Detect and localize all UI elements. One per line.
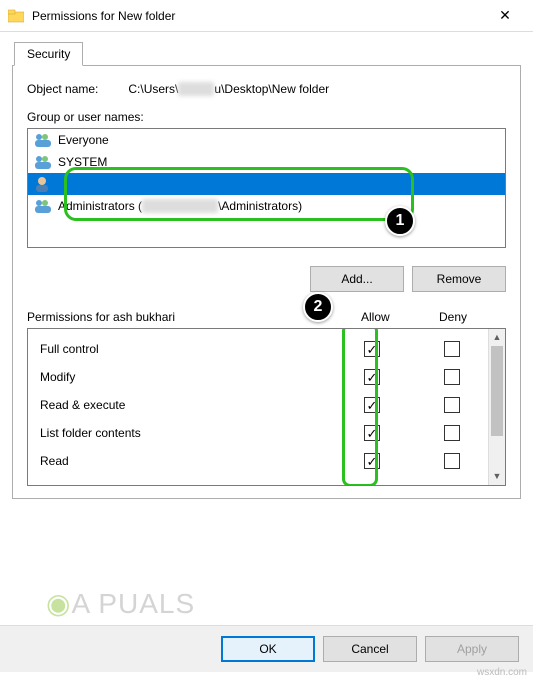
allow-checkbox[interactable]: [364, 453, 380, 469]
deny-checkbox[interactable]: [444, 397, 460, 413]
permissions-label: Permissions for ash bukhari: [27, 310, 175, 324]
allow-checkbox[interactable]: [364, 369, 380, 385]
permissions-rows: Full control Modify Read & execute List …: [28, 329, 505, 479]
permissions-box: Full control Modify Read & execute List …: [27, 328, 506, 486]
table-row: Modify: [40, 363, 485, 391]
add-button[interactable]: Add...: [310, 266, 404, 292]
list-item-selected[interactable]: [28, 173, 505, 195]
scroll-down-arrow[interactable]: ▼: [489, 468, 505, 485]
tab-strip: Security: [12, 40, 521, 66]
tab-panel: Object name: C:\Users\xxxxu\Desktop\New …: [12, 65, 521, 499]
deny-checkbox[interactable]: [444, 369, 460, 385]
tab-security[interactable]: Security: [14, 42, 83, 66]
remove-button[interactable]: Remove: [412, 266, 506, 292]
watermark: ◉A PUALS: [46, 587, 195, 620]
obscured-segment: XXXXXXXX: [142, 199, 218, 213]
apply-button[interactable]: Apply: [425, 636, 519, 662]
permissions-header: Permissions for ash bukhari Allow Deny 2: [27, 310, 506, 324]
list-item[interactable]: Administrators (XXXXXXXX\Administrators): [28, 195, 505, 217]
table-row: Read: [40, 447, 485, 475]
scrollbar[interactable]: ▲ ▼: [488, 329, 505, 485]
deny-checkbox[interactable]: [444, 453, 460, 469]
allow-checkbox[interactable]: [364, 425, 380, 441]
folder-icon: [8, 8, 24, 24]
table-row: List folder contents: [40, 419, 485, 447]
group-icon: [34, 198, 52, 214]
cancel-button[interactable]: Cancel: [323, 636, 417, 662]
scroll-thumb[interactable]: [491, 346, 503, 436]
list-item[interactable]: Everyone: [28, 129, 505, 151]
user-list[interactable]: Everyone SYSTEM Administrators (XXXXXXXX…: [27, 128, 506, 248]
ok-button[interactable]: OK: [221, 636, 315, 662]
table-row: Read & execute: [40, 391, 485, 419]
deny-column-header: Deny: [439, 310, 467, 324]
dialog-footer: OK Cancel Apply: [0, 625, 533, 672]
titlebar: Permissions for New folder ✕: [0, 0, 533, 32]
object-name-row: Object name: C:\Users\xxxxu\Desktop\New …: [27, 82, 506, 96]
close-button[interactable]: ✕: [485, 7, 525, 24]
window-title: Permissions for New folder: [32, 9, 485, 23]
object-path: C:\Users\xxxxu\Desktop\New folder: [128, 82, 329, 96]
group-icon: [34, 132, 52, 148]
user-icon: [34, 176, 52, 192]
obscured-segment: xxxx: [178, 82, 214, 96]
allow-checkbox[interactable]: [364, 341, 380, 357]
user-buttons-row: Add... Remove: [27, 266, 506, 292]
groups-label: Group or user names:: [27, 110, 506, 124]
group-icon: [34, 154, 52, 170]
allow-column-header: Allow: [361, 310, 390, 324]
obscured-user: [58, 177, 61, 191]
allow-checkbox[interactable]: [364, 397, 380, 413]
deny-checkbox[interactable]: [444, 341, 460, 357]
table-row: Full control: [40, 335, 485, 363]
annotation-marker-2: 2: [303, 292, 333, 322]
deny-checkbox[interactable]: [444, 425, 460, 441]
scroll-up-arrow[interactable]: ▲: [489, 329, 505, 346]
content-area: Security Object name: C:\Users\xxxxu\Des…: [0, 32, 533, 499]
list-item[interactable]: SYSTEM: [28, 151, 505, 173]
watermark-icon: ◉: [46, 588, 71, 619]
object-name-label: Object name:: [27, 82, 98, 96]
